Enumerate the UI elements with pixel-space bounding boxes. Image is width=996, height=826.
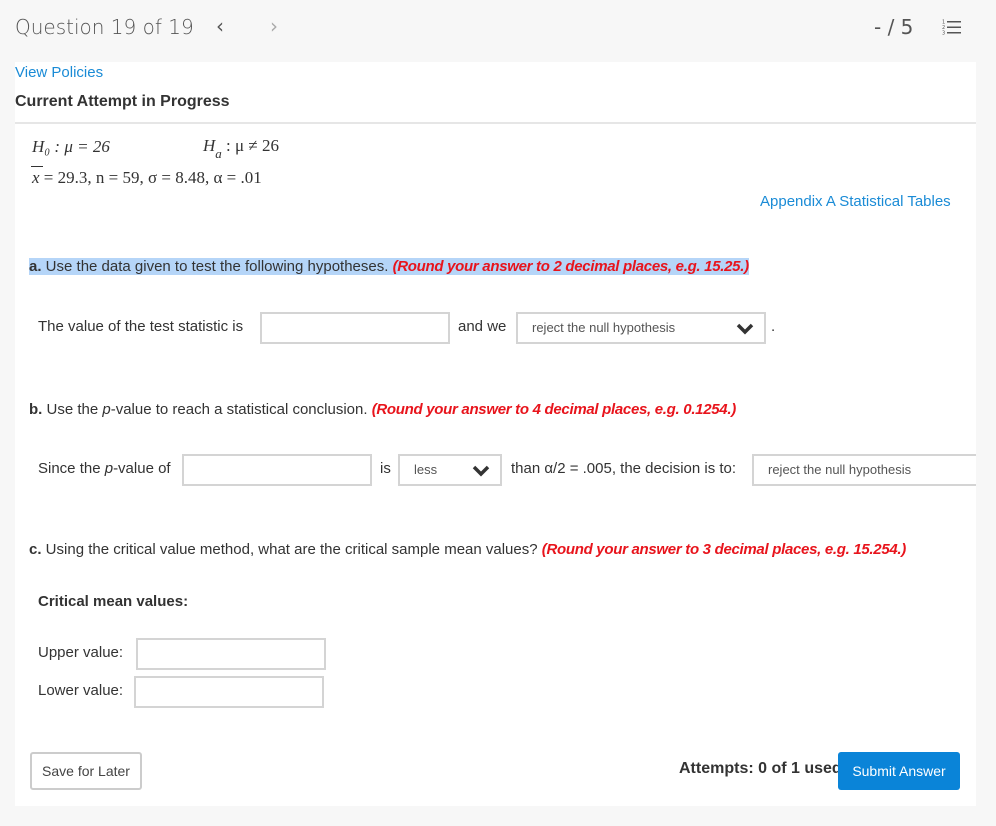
part-c-letter: c. [29,541,42,558]
score-display: - / 5 [874,15,914,39]
part-b-text-2: -value to reach a statistical conclusion… [110,401,372,418]
given-values-text: = 29.3, n = 59, σ = 8.48, α = .01 [39,168,262,187]
comparison-select[interactable]: less [398,454,502,486]
part-c-prompt: c. Using the critical value method, what… [29,541,906,558]
and-we-label: and we [458,318,507,335]
test-statistic-label: The value of the test statistic is [38,318,244,335]
part-a-prompt: a. Use the data given to test the follow… [29,258,749,275]
view-policies-link[interactable]: View Policies [15,64,103,81]
decision-select-b-value: reject the null hypothesis [768,462,912,477]
divider [15,122,976,124]
alt-hypothesis-h: H [203,136,216,155]
decision-select-b[interactable]: reject the null hypothesis [752,454,976,486]
svg-text:3: 3 [942,31,945,36]
pvalue-label-2: -value of [113,460,171,477]
pvalue-label-1: Since the [38,460,105,477]
chevron-down-icon [736,323,754,335]
pvalue-label: Since the p-value of [38,460,171,477]
part-a-rounding-note: (Round your answer to 2 decimal places, … [392,258,749,275]
alt-hypothesis-rest: : μ ≠ 26 [221,136,279,155]
question-panel: View Policies Current Attempt in Progres… [15,62,976,806]
part-c-text: Using the critical value method, what ar… [41,541,542,558]
chevron-right-icon[interactable]: › [270,14,278,38]
chevron-down-icon [472,465,490,477]
lower-value-input[interactable] [134,676,324,708]
part-a-letter: a. [29,258,42,275]
appendix-link[interactable]: Appendix A Statistical Tables [760,193,951,210]
part-a-text: Use the data given to test the following… [41,258,393,275]
pvalue-label-p: p [104,460,114,477]
null-hypothesis: H₀ : μ = 26 [32,137,110,157]
decision-select-a[interactable]: reject the null hypothesis [516,312,766,344]
question-header: Question 19 of 19 ‹ › - / 5 1 2 3 [0,0,996,62]
is-label: is [380,460,391,477]
alt-hypothesis-sub: a [215,146,222,161]
part-b-text-1: Use the [42,401,103,418]
numbered-list-icon[interactable]: 1 2 3 [942,19,962,35]
decision-select-a-value: reject the null hypothesis [532,320,676,335]
part-b-prompt: b. Use the p-value to reach a statistica… [29,401,736,418]
chevron-left-icon[interactable]: ‹ [216,14,224,38]
lower-value-label: Lower value: [38,682,124,699]
alpha-comparison-label: than α/2 = .005, the decision is to: [511,460,737,477]
period: . [771,318,776,335]
x-bar-symbol: x [31,166,43,187]
attempts-counter: Attempts: 0 of 1 used [679,760,842,777]
null-hypothesis-text: H₀ : μ = 26 [32,137,110,156]
upper-value-input[interactable] [136,638,326,670]
upper-value-label: Upper value: [38,644,124,661]
comparison-select-value: less [414,462,438,477]
given-values: x = 29.3, n = 59, σ = 8.48, α = .01 [31,166,262,188]
save-for-later-button[interactable]: Save for Later [30,752,142,790]
critical-values-heading: Critical mean values: [38,593,189,610]
alt-hypothesis: Ha : μ ≠ 26 [203,136,279,161]
part-c-rounding-note: (Round your answer to 3 decimal places, … [541,541,907,558]
part-b-letter: b. [29,401,43,418]
question-counter: Question 19 of 19 [15,15,194,39]
pvalue-input[interactable] [182,454,372,486]
test-statistic-input[interactable] [260,312,450,344]
submit-answer-button[interactable]: Submit Answer [838,752,960,790]
attempt-title: Current Attempt in Progress [15,93,230,110]
part-b-p: p [102,401,111,418]
part-b-rounding-note: (Round your answer to 4 decimal places, … [371,401,737,418]
